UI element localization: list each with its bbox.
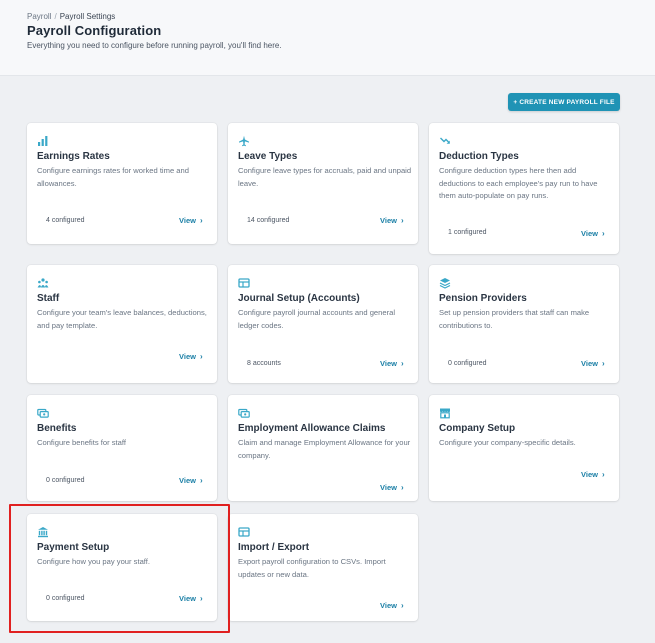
card-count: 0 configured (448, 360, 487, 367)
card-count: 4 configured (46, 217, 85, 224)
card-import-export[interactable]: Import / Export Export payroll configura… (228, 514, 418, 621)
card-earnings-rates[interactable]: Earnings Rates Configure earnings rates … (27, 123, 217, 244)
chevron-right-icon: › (199, 476, 203, 485)
card-title: Staff (37, 293, 60, 304)
card-count: 0 configured (46, 477, 85, 484)
card-title: Pension Providers (439, 293, 527, 304)
card-count: 1 configured (448, 229, 487, 236)
card-description: Configure leave types for accruals, paid… (238, 166, 412, 188)
page-header: Payroll / Payroll Settings Payroll Configu… (0, 0, 655, 76)
view-label: View (179, 476, 196, 485)
view-label: View (380, 359, 397, 368)
view-label: View (380, 483, 397, 492)
card-title: Journal Setup (Accounts) (238, 293, 360, 304)
card-description: Export payroll configuration to CSVs. Im… (238, 557, 386, 579)
breadcrumb-link-payroll[interactable]: Payroll (27, 12, 51, 21)
view-link[interactable]: View › (179, 352, 203, 361)
card-title: Deduction Types (439, 151, 519, 162)
ledger-icon (238, 277, 250, 289)
card-count: 14 configured (247, 217, 290, 224)
view-label: View (581, 229, 598, 238)
view-link[interactable]: View › (179, 216, 203, 225)
chevron-right-icon: › (400, 483, 404, 492)
view-link[interactable]: View › (380, 359, 404, 368)
breadcrumb-current: Payroll Settings (59, 12, 116, 21)
chevron-right-icon: › (601, 359, 605, 368)
card-title: Import / Export (238, 542, 310, 553)
card-title: Benefits (37, 423, 77, 434)
chevron-right-icon: › (199, 216, 203, 225)
layers-icon (439, 277, 451, 289)
card-description: Claim and manage Employment Allowance fo… (238, 438, 411, 460)
card-count: 8 accounts (247, 360, 281, 367)
view-label: View (179, 352, 196, 361)
breadcrumb-separator: / (54, 12, 57, 21)
view-link[interactable]: View › (380, 601, 404, 610)
card-deduction-types[interactable]: Deduction Types Configure deduction type… (429, 123, 619, 254)
card-description: Set up pension providers that staff can … (439, 308, 590, 330)
card-employment-allowance-claims[interactable]: Employment Allowance Claims Claim and ma… (228, 395, 418, 501)
page-title: Payroll Configuration (27, 23, 162, 38)
chevron-right-icon: › (199, 352, 203, 361)
card-journal-setup[interactable]: Journal Setup (Accounts) Configure payro… (228, 265, 418, 383)
card-staff[interactable]: Staff Configure your team's leave balanc… (27, 265, 217, 383)
chevron-right-icon: › (400, 601, 404, 610)
create-new-payroll-file-button[interactable]: + CREATE NEW PAYROLL FILE (508, 93, 620, 111)
store-icon (439, 407, 451, 419)
card-description: Configure benefits for staff (37, 438, 126, 447)
ledger-icon (238, 526, 250, 538)
card-description: Configure your team's leave balances, de… (37, 308, 207, 330)
view-link[interactable]: View › (581, 470, 605, 479)
money-icon (238, 407, 250, 419)
chevron-right-icon: › (400, 359, 404, 368)
chevron-right-icon: › (601, 470, 605, 479)
view-label: View (380, 601, 397, 610)
card-pension-providers[interactable]: Pension Providers Set up pension provide… (429, 265, 619, 383)
chevron-right-icon: › (601, 229, 605, 238)
view-label: View (179, 216, 196, 225)
view-link[interactable]: View › (179, 476, 203, 485)
card-description: Configure earnings rates for worked time… (37, 166, 189, 188)
view-link[interactable]: View › (581, 359, 605, 368)
card-description: Configure your company-specific details. (439, 438, 576, 447)
view-label: View (581, 359, 598, 368)
view-label: View (380, 216, 397, 225)
card-title: Company Setup (439, 423, 516, 434)
chevron-right-icon: › (400, 216, 404, 225)
card-description: Configure payroll journal accounts and g… (238, 308, 396, 330)
airplane-icon (238, 135, 250, 147)
card-description: Configure deduction types here then add … (439, 166, 598, 200)
view-label: View (581, 470, 598, 479)
highlight-box (9, 504, 230, 633)
card-leave-types[interactable]: Leave Types Configure leave types for ac… (228, 123, 418, 244)
breadcrumb: Payroll / Payroll Settings (27, 12, 115, 21)
arrow-down-right-icon (439, 135, 451, 147)
money-icon (37, 407, 49, 419)
view-link[interactable]: View › (380, 216, 404, 225)
view-link[interactable]: View › (380, 483, 404, 492)
bar-chart-icon (37, 135, 49, 147)
card-title: Leave Types (238, 151, 298, 162)
people-icon (37, 277, 49, 289)
view-link[interactable]: View › (581, 229, 605, 238)
card-title: Earnings Rates (37, 151, 110, 162)
card-title: Employment Allowance Claims (238, 423, 386, 434)
page-subtitle: Everything you need to configure before … (27, 41, 282, 50)
card-benefits[interactable]: Benefits Configure benefits for staff 0 … (27, 395, 217, 501)
card-company-setup[interactable]: Company Setup Configure your company-spe… (429, 395, 619, 501)
